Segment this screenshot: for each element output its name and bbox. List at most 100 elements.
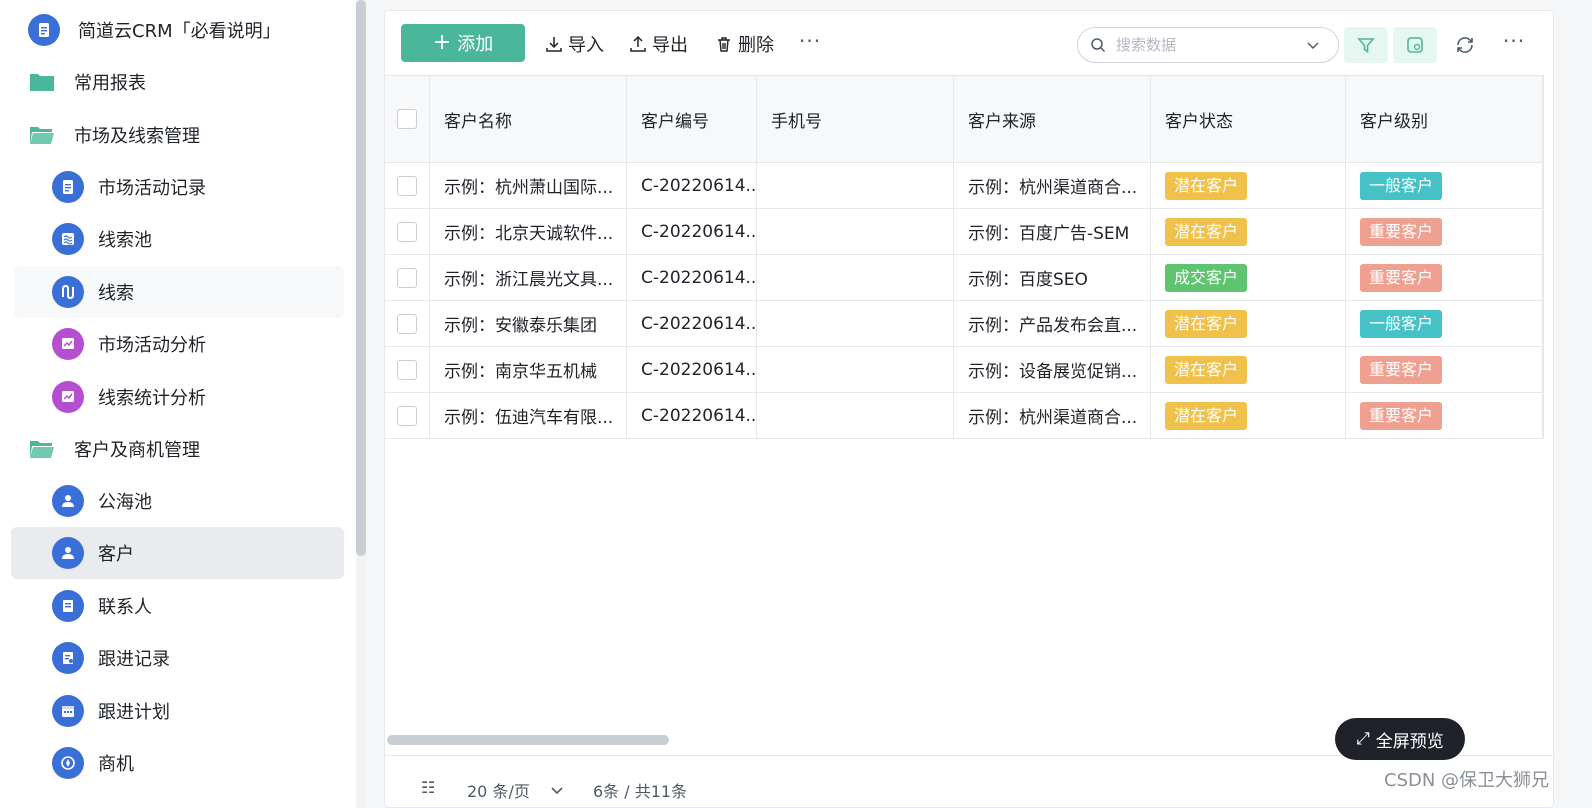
status-badge: 成交客户 [1165, 263, 1248, 292]
row-checkbox[interactable] [397, 313, 417, 334]
table-cell-code: C-20220614... [627, 301, 757, 346]
column-header[interactable]: 客户编号 [627, 76, 757, 162]
sidebar-item-contacts[interactable]: 联系人 [52, 580, 152, 632]
sidebar-item-label: 线索池 [98, 230, 152, 251]
sidebar-item-label: 市场活动分析 [98, 335, 206, 356]
table-row[interactable]: 示例：伍迪汽车有限... C-20220614... 示例：杭州渠道商合... 潜在客… [385, 393, 1543, 439]
refresh-button[interactable] [1443, 27, 1487, 63]
table-row[interactable]: 示例：南京华五机械 C-20220614... 示例：设备展览促销... 潜在客户 重要… [385, 347, 1543, 393]
horizontal-scrollbar-thumb[interactable] [387, 735, 669, 745]
filter-button[interactable] [1344, 27, 1388, 63]
sidebar-item-label: 市场活动记录 [98, 178, 206, 199]
view-settings-icon [1407, 37, 1423, 53]
expand-icon: ⤢ [1356, 729, 1370, 749]
export-button-label: 导出 [652, 35, 688, 56]
sidebar-item-followup-records[interactable]: 跟进记录 [52, 632, 170, 684]
folder-icon [28, 70, 56, 94]
table-row[interactable]: 示例：浙江晨光文具... C-20220614... 示例：百度SEO 成交客户 重要客… [385, 255, 1543, 301]
sidebar-item-market-leads[interactable]: 市场及线索管理 [28, 109, 200, 161]
contact-book-icon [52, 590, 84, 622]
sidebar-item-opportunities[interactable]: 商机 [52, 737, 134, 789]
sidebar-item-followup-plans[interactable]: 跟进计划 [52, 685, 170, 737]
delete-button[interactable]: 删除 [715, 31, 774, 57]
sidebar-item-customer-opportunity[interactable]: 客户及商机管理 [28, 423, 200, 475]
list-view-icon[interactable]: ☷ [421, 778, 435, 797]
sidebar-item-market-activity[interactable]: 市场活动记录 [52, 161, 206, 213]
table-cell-source: 示例：百度广告-SEM [954, 209, 1151, 254]
record-count: 6条 / 共11条 [593, 782, 688, 801]
row-checkbox[interactable] [397, 267, 417, 288]
sidebar-item-reports[interactable]: 常用报表 [28, 56, 146, 108]
row-checkbox[interactable] [397, 359, 417, 380]
sidebar-item-label: 线索 [98, 283, 134, 304]
table-cell-name: 示例：南京华五机械 [430, 347, 627, 392]
import-button[interactable]: 导入 [545, 31, 604, 57]
sidebar-item-label: 简道云CRM「必看说明」 [78, 21, 281, 42]
sidebar-item-crm-guide[interactable]: 简道云CRM「必看说明」 [28, 4, 281, 56]
app-window: 简道云CRM「必看说明」 常用报表 市场及线索管理 市场活动记录 线索池 线索 … [0, 0, 1592, 808]
cell-text: C-20220614... [641, 175, 757, 196]
table-cell-level: 重要客户 [1346, 255, 1543, 300]
sidebar-scrollbar[interactable] [356, 0, 366, 808]
level-badge: 重要客户 [1360, 217, 1443, 246]
table-cell-phone [757, 255, 954, 300]
table-cell-level: 重要客户 [1346, 393, 1543, 438]
status-badge: 潜在客户 [1165, 401, 1248, 430]
main-panel: + 添加 导入 导出 删除 ··· 搜索数据 ··· 客户名称 客户编号 手机号… [384, 10, 1554, 808]
add-button[interactable]: + 添加 [401, 24, 525, 62]
page-size-select[interactable]: 20 条/页 [467, 778, 564, 802]
sidebar-item-market-analysis[interactable]: 市场活动分析 [52, 318, 206, 370]
table-cell-name: 示例：杭州萧山国际... [430, 163, 627, 208]
fullscreen-preview-button[interactable]: ⤢ 全屏预览 [1335, 718, 1465, 760]
table-cell-phone [757, 163, 954, 208]
table-row[interactable]: 示例：安徽泰乐集团 C-20220614... 示例：产品发布会直... 潜在客户 一般… [385, 301, 1543, 347]
cell-text: 示例：浙江晨光文具... [444, 270, 614, 290]
column-header[interactable]: 客户名称 [430, 76, 627, 162]
sidebar-item-lead-pool[interactable]: 线索池 [52, 213, 152, 265]
status-badge: 潜在客户 [1165, 171, 1248, 200]
cell-text: 示例：百度广告-SEM [968, 224, 1130, 244]
sidebar-item-customers[interactable]: 客户 [52, 527, 134, 579]
more-actions-button[interactable]: ··· [799, 29, 821, 53]
table-row[interactable]: 示例：杭州萧山国际... C-20220614... 示例：杭州渠道商合... 潜在客… [385, 163, 1543, 209]
sidebar-item-label: 跟进记录 [98, 649, 170, 670]
sidebar-scrollbar-thumb[interactable] [356, 0, 366, 556]
select-all-checkbox[interactable] [397, 109, 417, 129]
search-input[interactable] [1116, 36, 1296, 54]
column-header[interactable]: 客户状态 [1151, 76, 1346, 162]
table-cell-status: 潜在客户 [1151, 393, 1346, 438]
row-checkbox[interactable] [397, 175, 417, 196]
cell-text: C-20220614... [641, 221, 757, 242]
table-cell-phone [757, 301, 954, 346]
table-row[interactable]: 示例：北京天诚软件... C-20220614... 示例：百度广告-SEM 潜在客户… [385, 209, 1543, 255]
compass-icon [52, 747, 84, 779]
search-box[interactable] [1077, 27, 1339, 63]
table-cell-status: 潜在客户 [1151, 163, 1346, 208]
status-badge: 潜在客户 [1165, 309, 1248, 338]
table-cell-source: 示例：设备展览促销... [954, 347, 1151, 392]
filter-icon [1357, 38, 1375, 53]
toolbar: + 添加 导入 导出 删除 ··· 搜索数据 ··· [385, 11, 1553, 77]
sidebar-item-leads[interactable]: 线索 [52, 266, 134, 318]
chevron-down-icon[interactable] [1306, 38, 1320, 52]
page-size-value: 20 条/页 [467, 782, 530, 801]
more-options-button[interactable]: ··· [1503, 29, 1525, 53]
sidebar-item-lead-analysis[interactable]: 线索统计分析 [52, 371, 206, 423]
row-checkbox[interactable] [397, 221, 417, 242]
delete-button-label: 删除 [738, 35, 774, 56]
row-select-cell [385, 301, 430, 346]
view-settings-button[interactable] [1393, 27, 1437, 63]
search-icon [1091, 38, 1106, 53]
table-cell-name: 示例：伍迪汽车有限... [430, 393, 627, 438]
export-button[interactable]: 导出 [629, 31, 688, 57]
table-cell-level: 重要客户 [1346, 209, 1543, 254]
column-header[interactable]: 客户级别 [1346, 76, 1543, 162]
chevron-down-icon [551, 787, 563, 795]
column-header[interactable]: 手机号 [757, 76, 954, 162]
table-cell-source: 示例：杭州渠道商合... [954, 393, 1151, 438]
table-cell-source: 示例：百度SEO [954, 255, 1151, 300]
sidebar-item-public-pool[interactable]: 公海池 [52, 475, 152, 527]
sidebar-item-label: 公海池 [98, 492, 152, 513]
column-header[interactable]: 客户来源 [954, 76, 1151, 162]
row-checkbox[interactable] [397, 405, 417, 426]
